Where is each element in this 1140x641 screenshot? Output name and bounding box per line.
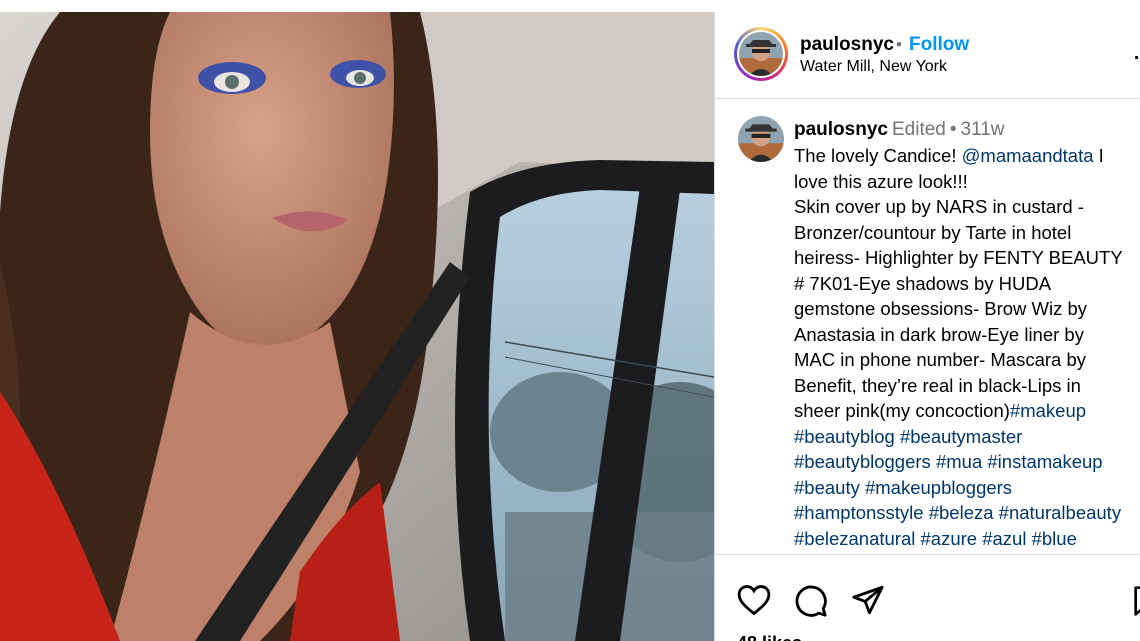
more-options-icon[interactable]: … [1133,42,1140,65]
post-time[interactable]: 311w [961,119,1005,140]
caption-line: Benefit, they’re real in black-Lips in [794,374,1081,396]
avatar[interactable] [739,32,783,76]
hashtag-link[interactable]: #beautymaster [900,426,1022,447]
hashtag-link[interactable]: #makeupbloggers [865,477,1012,498]
hashtag-line: #beautyblog #beautymaster [794,424,1140,450]
story-ring[interactable] [734,27,788,81]
hashtag-link[interactable]: #mua [936,451,982,472]
caption-line: Skin cover up by NARS in custard - [794,196,1084,217]
hashtag-link[interactable]: #makeup [1010,400,1086,421]
hashtag-link[interactable]: #azure [921,528,978,549]
action-bar: 48 likes [715,554,1140,641]
caption-line: heiress- Highlighter by FENTY BEAUTY [794,247,1123,268]
hashtag-link[interactable]: #beautyblog [794,426,895,447]
author-username[interactable]: paulosnyc [800,34,894,56]
hashtag-link[interactable]: #belezanatural [794,528,915,549]
meta-separator: • [949,119,957,140]
hashtag-link[interactable]: #blue [1032,528,1077,549]
caption-line: Anastasia in dark brow-Eye liner by [794,323,1084,345]
hashtag-line: #beauty #makeupbloggers [794,475,1140,501]
post-location[interactable]: Water Mill, New York [800,58,947,76]
caption-line: # 7K01-Eye shadows by HUDA [794,272,1052,294]
caption-meta: paulosnyc Edited • 311w [794,119,1005,141]
mention-link[interactable]: @mamaandtata [962,145,1094,166]
hashtag-link[interactable]: #instamakeup [987,451,1102,472]
comment-icon[interactable] [794,584,828,623]
post-header: paulosnyc • Follow Water Mill, New York … [715,12,1140,99]
caption-area: paulosnyc Edited • 311w The lovely Candice!… [715,99,1140,554]
caption-line: Bronzer/countour by Tarte in hotel [794,221,1072,243]
hashtag-link[interactable]: #azul [982,528,1026,549]
top-strip [0,0,1140,12]
share-icon[interactable] [851,584,885,621]
heart-icon[interactable] [737,584,771,621]
selfie-image [0,12,714,641]
hashtag-line: #hamptonsstyle #beleza #naturalbeauty [794,500,1140,526]
caption-line: gemstone obsessions- Brow Wiz by [794,298,1088,319]
edited-label: Edited [891,119,946,140]
hashtag-line: #belezanatural #azure #azul #blue [794,526,1140,552]
bookmark-icon[interactable] [1133,584,1140,623]
header-separator: • [896,35,902,54]
post-side-panel: paulosnyc • Follow Water Mill, New York … [714,12,1140,641]
hashtag-link[interactable]: #beautybloggers [794,451,931,472]
caption-line: MAC in phone number- Mascara by [794,349,1087,370]
caption-text: The lovely Candice! @mamaandtata I love … [794,143,1140,551]
hashtag-link[interactable]: #hamptonsstyle [794,502,924,523]
caption-username[interactable]: paulosnyc [794,119,888,140]
post-photo [0,12,714,641]
hashtag-link[interactable]: #beleza [929,502,994,523]
hashtag-link[interactable]: #naturalbeauty [999,502,1121,523]
caption-avatar[interactable] [738,116,784,162]
hashtag-line: #beautybloggers #mua #instamakeup [794,449,1140,475]
caption-line: The lovely Candice! @mamaandtata I [794,145,1104,166]
caption-line: love this azure look!!! [794,170,968,192]
caption-line: sheer pink(my concoction)#makeup [794,400,1087,421]
like-count[interactable]: 48 likes [737,633,802,641]
hashtag-link[interactable]: #beauty [794,477,860,498]
follow-button[interactable]: Follow [909,34,969,56]
